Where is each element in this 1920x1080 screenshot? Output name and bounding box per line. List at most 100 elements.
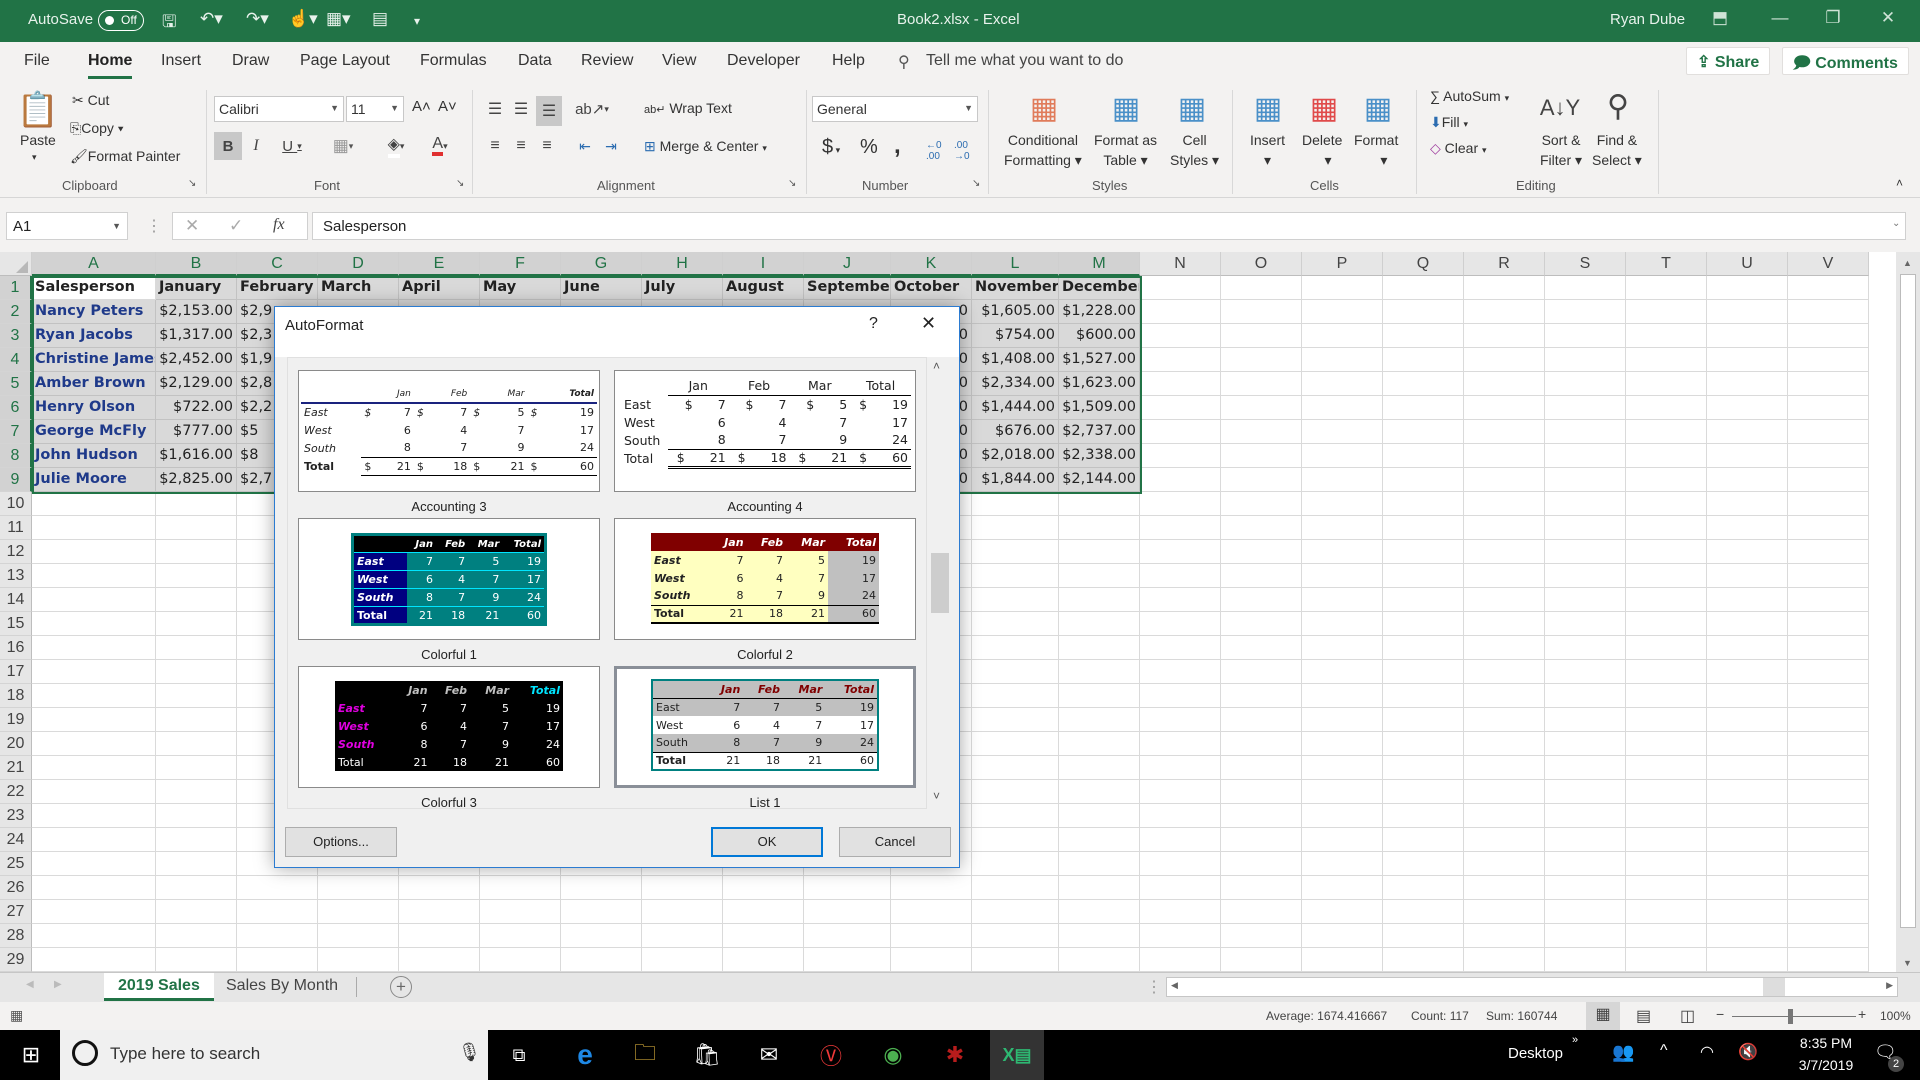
cell[interactable] [1788, 276, 1869, 300]
cell[interactable] [1059, 732, 1140, 756]
cell[interactable] [972, 900, 1059, 924]
cell[interactable] [1707, 324, 1788, 348]
cell[interactable] [1626, 948, 1707, 972]
cell[interactable] [1302, 300, 1383, 324]
row-header-8[interactable]: 8 [0, 444, 32, 468]
cell[interactable] [1545, 396, 1626, 420]
cell[interactable] [1545, 444, 1626, 468]
cell[interactable] [1626, 588, 1707, 612]
cell[interactable] [1464, 708, 1545, 732]
cell[interactable] [1788, 612, 1869, 636]
cell[interactable] [1788, 900, 1869, 924]
cell[interactable] [1788, 732, 1869, 756]
cell[interactable] [804, 948, 891, 972]
cell[interactable] [237, 924, 318, 948]
cell[interactable] [1383, 396, 1464, 420]
cell[interactable] [1545, 348, 1626, 372]
copy-button[interactable]: ⎘Copy ▾ [70, 120, 124, 137]
tab-developer[interactable]: Developer [727, 52, 800, 70]
value-cell[interactable]: $1,444.00 [972, 396, 1059, 420]
cell[interactable] [237, 948, 318, 972]
undo-icon[interactable]: ↶▾ [200, 9, 223, 29]
cell[interactable] [972, 876, 1059, 900]
cell[interactable] [1221, 900, 1302, 924]
row-header-24[interactable]: 24 [0, 828, 32, 852]
cell[interactable] [1707, 348, 1788, 372]
cell[interactable] [1302, 684, 1383, 708]
cell[interactable] [32, 588, 156, 612]
chrome-icon[interactable]: ◉ [866, 1030, 920, 1080]
cell[interactable] [1383, 492, 1464, 516]
cell[interactable] [1140, 948, 1221, 972]
desktop-toolbar[interactable]: Desktop [1508, 1045, 1563, 1062]
column-header-L[interactable]: L [972, 252, 1059, 276]
cell[interactable] [1707, 540, 1788, 564]
cell[interactable] [318, 876, 399, 900]
vivaldi-icon[interactable]: Ⓥ [804, 1030, 858, 1080]
row-header-14[interactable]: 14 [0, 588, 32, 612]
number-launcher-icon[interactable]: ↘ [972, 178, 980, 189]
cell[interactable] [1788, 588, 1869, 612]
cell[interactable] [1059, 876, 1140, 900]
cell[interactable] [1464, 924, 1545, 948]
value-cell[interactable]: $600.00 [1059, 324, 1140, 348]
cell[interactable] [1140, 828, 1221, 852]
value-cell[interactable]: $2,144.00 [1059, 468, 1140, 492]
header-cell[interactable]: August [723, 276, 804, 300]
cell[interactable] [972, 516, 1059, 540]
value-cell[interactable]: $2,129.00 [156, 372, 237, 396]
header-cell[interactable]: February [237, 276, 318, 300]
middle-align-icon[interactable]: ☰ [510, 96, 532, 122]
cell[interactable] [1140, 684, 1221, 708]
cell[interactable] [1626, 324, 1707, 348]
tab-help[interactable]: Help [832, 52, 865, 70]
header-cell[interactable]: June [561, 276, 642, 300]
column-header-T[interactable]: T [1626, 252, 1707, 276]
header-cell[interactable]: July [642, 276, 723, 300]
cell[interactable] [1464, 636, 1545, 660]
cell[interactable] [1302, 540, 1383, 564]
cell[interactable] [972, 588, 1059, 612]
row-header-19[interactable]: 19 [0, 708, 32, 732]
cell[interactable] [1059, 684, 1140, 708]
close-icon[interactable]: ✕ [1868, 8, 1908, 28]
cell[interactable] [1059, 636, 1140, 660]
cell[interactable] [1383, 732, 1464, 756]
clear-button[interactable]: ◇ Clear ▾ [1430, 140, 1487, 157]
cell-styles-button[interactable]: Cell Styles ▾ [1170, 130, 1219, 170]
cell[interactable] [642, 876, 723, 900]
header-cell[interactable]: January [156, 276, 237, 300]
row-header-4[interactable]: 4 [0, 348, 32, 372]
cell[interactable] [1464, 756, 1545, 780]
cell[interactable] [1383, 372, 1464, 396]
align-center-icon[interactable]: ≡ [510, 132, 532, 160]
cell[interactable] [1626, 852, 1707, 876]
cell[interactable] [1302, 756, 1383, 780]
scroll-down-icon[interactable]: ▼ [1903, 958, 1912, 968]
cell[interactable] [1707, 876, 1788, 900]
cell[interactable] [1383, 708, 1464, 732]
cell[interactable] [32, 540, 156, 564]
cell[interactable] [480, 900, 561, 924]
options-button[interactable]: Options... [285, 827, 397, 857]
cell[interactable] [318, 900, 399, 924]
cell[interactable] [1302, 732, 1383, 756]
cell[interactable] [156, 852, 237, 876]
salesperson-cell[interactable]: Julie Moore [32, 468, 156, 492]
cell[interactable] [1788, 636, 1869, 660]
cell[interactable] [1707, 804, 1788, 828]
cell[interactable] [1464, 300, 1545, 324]
cell[interactable] [1707, 708, 1788, 732]
cell[interactable] [1221, 396, 1302, 420]
merge-center-button[interactable]: ⊞ Merge & Center ▾ [644, 138, 767, 155]
cell[interactable] [1707, 948, 1788, 972]
cell[interactable] [1464, 444, 1545, 468]
column-header-K[interactable]: K [891, 252, 972, 276]
cell[interactable] [1626, 684, 1707, 708]
row-header-15[interactable]: 15 [0, 612, 32, 636]
cell[interactable] [156, 588, 237, 612]
page-layout-view-icon[interactable]: ▤ [1636, 1006, 1651, 1026]
cell[interactable] [1140, 564, 1221, 588]
touch-mode-icon[interactable]: ☝▾ [288, 9, 318, 29]
cell[interactable] [1545, 540, 1626, 564]
